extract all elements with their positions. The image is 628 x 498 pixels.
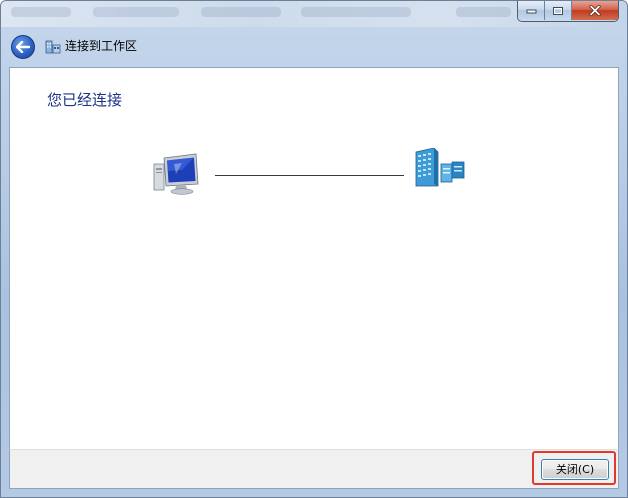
- maximize-button[interactable]: [545, 1, 572, 20]
- footer-bar: 关闭(C): [9, 449, 619, 489]
- background-blur: [11, 7, 71, 17]
- connection-line: [215, 175, 404, 176]
- minimize-button[interactable]: [518, 1, 545, 20]
- background-blur: [93, 7, 179, 17]
- close-button[interactable]: 关闭(C): [541, 459, 609, 480]
- close-icon: [589, 5, 601, 16]
- workplace-icon: [45, 40, 61, 54]
- dialog-window: 连接到工作区 您已经连接 关闭(C): [0, 0, 628, 498]
- back-arrow-icon: [16, 41, 30, 53]
- background-blur: [201, 7, 281, 17]
- background-blur: [456, 7, 511, 17]
- computer-icon: [153, 153, 199, 195]
- maximize-icon: [553, 6, 563, 15]
- navigation-bar: 连接到工作区: [1, 27, 627, 65]
- caption-buttons: [517, 1, 619, 22]
- window-bottom-edge: [1, 489, 627, 497]
- close-window-button[interactable]: [572, 1, 618, 20]
- window-title: 连接到工作区: [65, 39, 138, 53]
- background-blur: [301, 7, 411, 17]
- back-button[interactable]: [11, 35, 35, 59]
- status-heading: 您已经连接: [47, 91, 123, 109]
- content-panel: 您已经连接: [9, 67, 619, 449]
- corporate-network-icon: [415, 148, 465, 187]
- minimize-icon: [526, 9, 536, 13]
